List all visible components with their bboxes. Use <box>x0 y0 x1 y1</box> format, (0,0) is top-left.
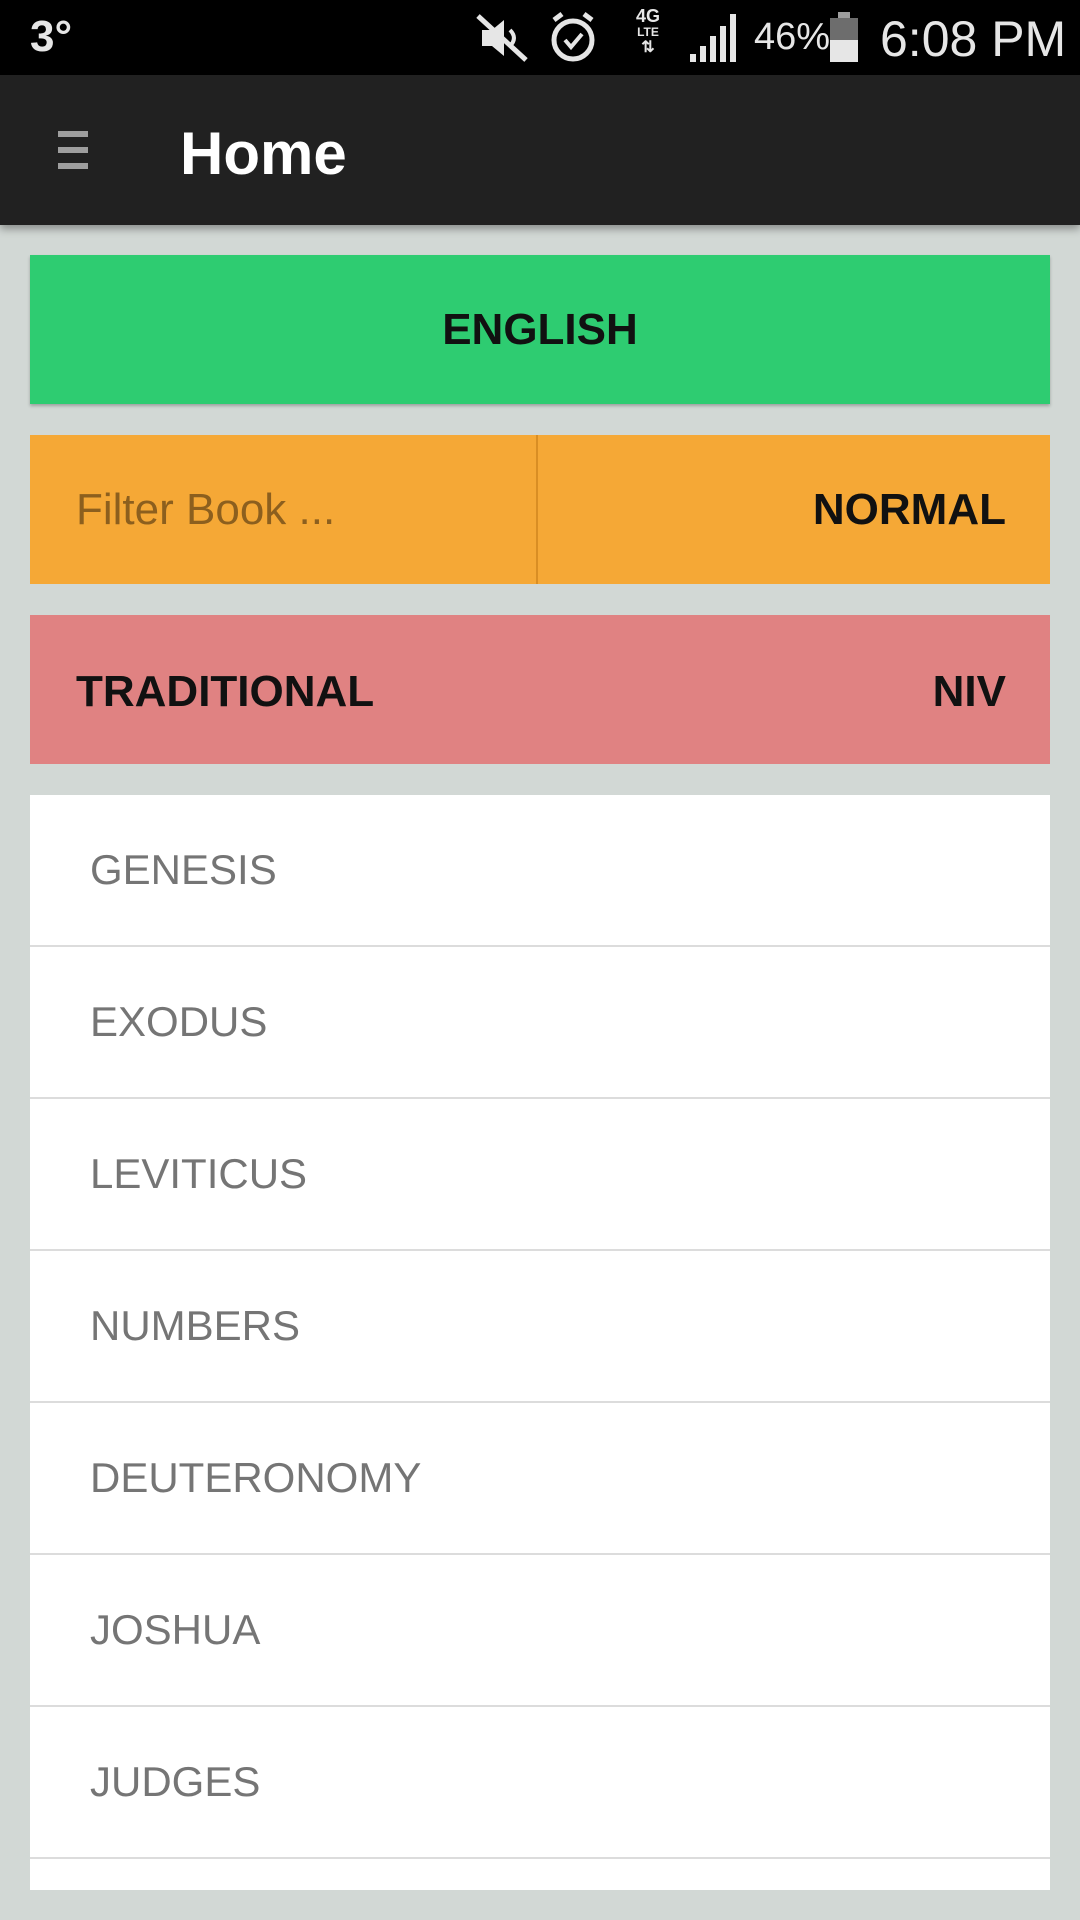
book-item-exodus[interactable]: EXODUS <box>30 947 1050 1099</box>
filter-book-input[interactable] <box>30 435 538 584</box>
filter-row: NORMAL <box>30 435 1050 584</box>
book-item-leviticus[interactable]: LEVITICUS <box>30 1099 1050 1251</box>
battery-icon <box>830 12 858 62</box>
book-item-deuteronomy[interactable]: DEUTERONOMY <box>30 1403 1050 1555</box>
version-label[interactable]: NIV <box>933 667 1006 717</box>
book-list: GENESIS EXODUS LEVITICUS NUMBERS DEUTERO… <box>30 795 1050 1890</box>
hamburger-menu-icon[interactable] <box>58 131 92 169</box>
battery-percent: 46% <box>754 16 831 58</box>
language-button[interactable]: ENGLISH <box>30 255 1050 404</box>
book-item-judges[interactable]: JUDGES <box>30 1707 1050 1859</box>
status-bar: 3° 4G LTE ⇅ 46% 6:08 PM <box>0 0 1080 75</box>
order-version-row[interactable]: TRADITIONAL NIV <box>30 615 1050 764</box>
book-item-joshua[interactable]: JOSHUA <box>30 1555 1050 1707</box>
book-item-numbers[interactable]: NUMBERS <box>30 1251 1050 1403</box>
book-item-genesis[interactable]: GENESIS <box>30 795 1050 947</box>
temperature-text: 3° <box>30 12 73 61</box>
app-bar: Home <box>0 75 1080 225</box>
signal-icon <box>690 14 736 62</box>
mute-icon <box>476 14 528 62</box>
page-title: Home <box>180 120 347 187</box>
mode-button[interactable]: NORMAL <box>540 435 1050 584</box>
alarm-icon <box>551 12 595 62</box>
lte-icon: 4G LTE ⇅ <box>635 6 660 56</box>
order-label[interactable]: TRADITIONAL <box>76 667 374 717</box>
clock: 6:08 PM <box>880 11 1067 67</box>
